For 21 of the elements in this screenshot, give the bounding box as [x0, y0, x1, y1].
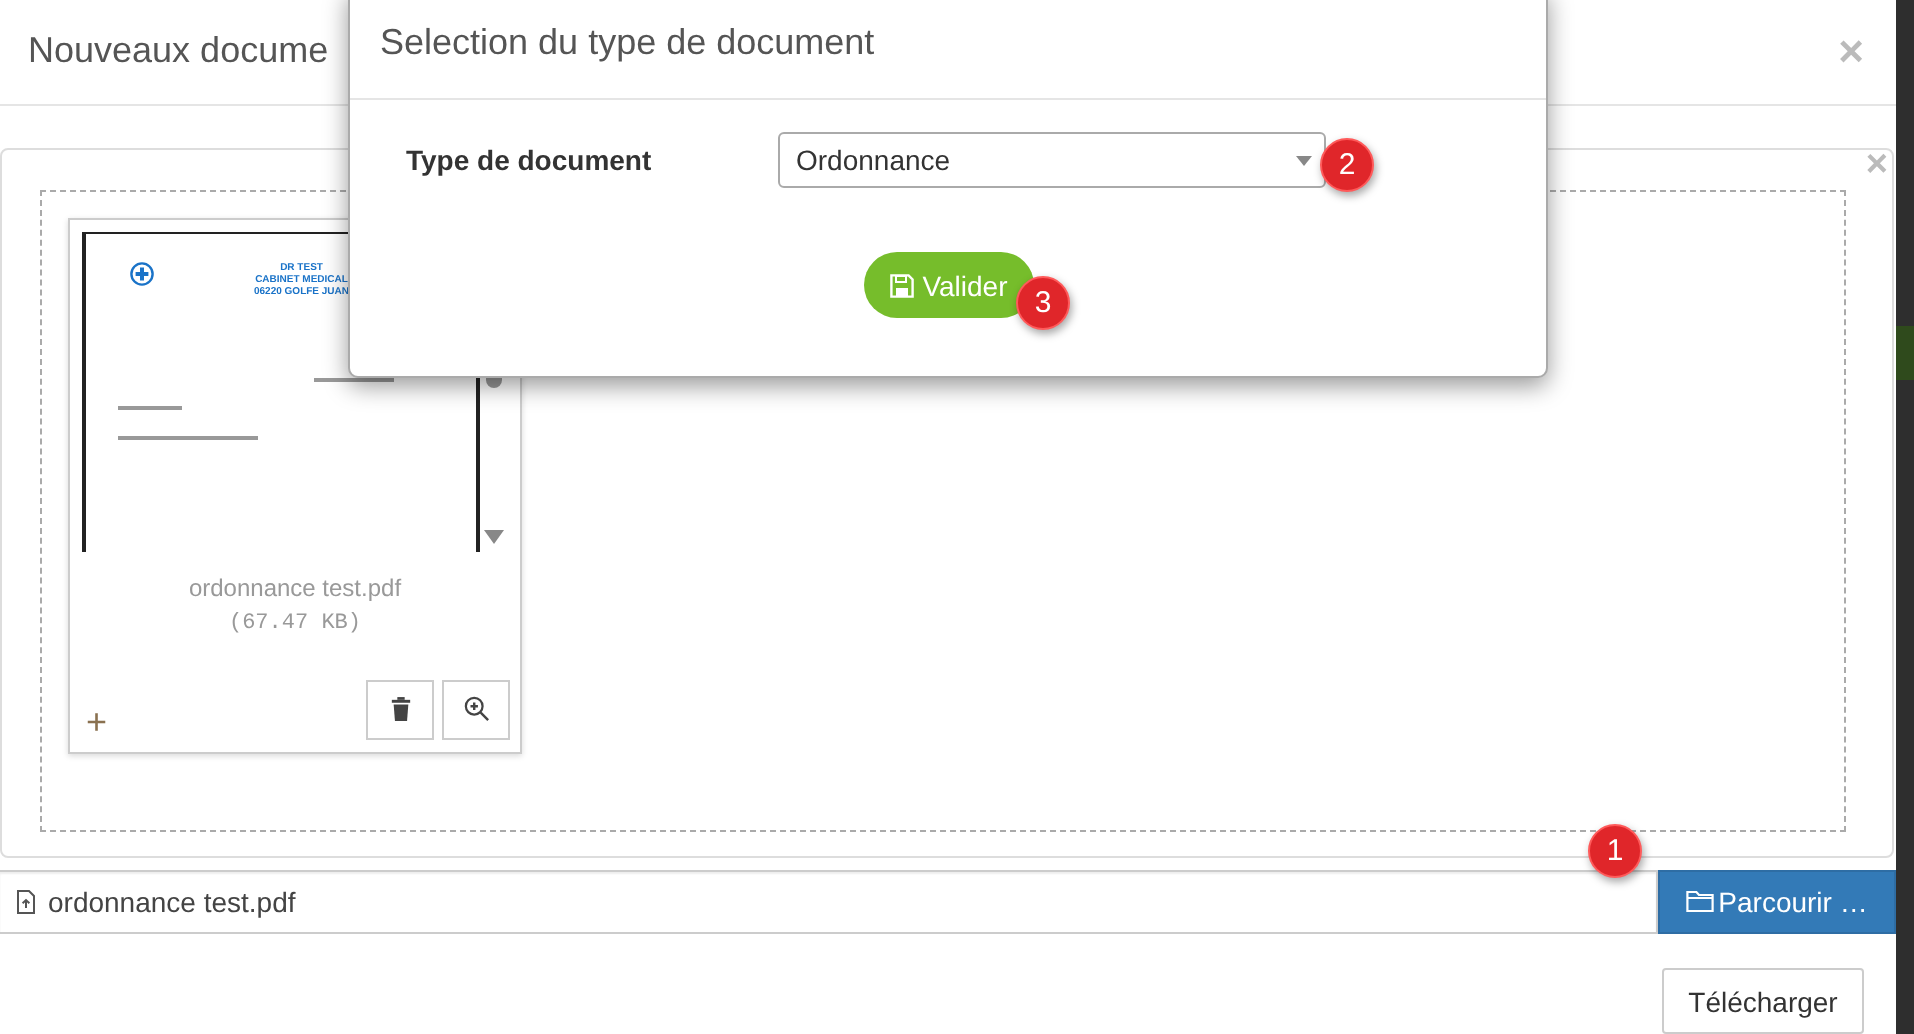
browse-button[interactable]: Parcourir … [1658, 869, 1896, 934]
caret-icon [1296, 155, 1312, 165]
step-marker: 1 [1588, 824, 1642, 878]
file-field[interactable]: ordonnance test.pdf [0, 869, 1658, 934]
save-icon [890, 273, 915, 297]
zoom-in-icon [463, 696, 489, 723]
file-icon [16, 889, 36, 914]
delete-button[interactable] [366, 679, 434, 740]
file-size: (67.47 KB) [228, 611, 361, 636]
field-label: Type de document [406, 144, 654, 176]
trash-icon [389, 696, 411, 723]
document-type-select[interactable]: Ordonnance [778, 132, 1326, 188]
submit-button[interactable]: Valider [864, 252, 1034, 318]
window-title: Nouveaux docume [28, 30, 329, 73]
upload-button[interactable]: Télécharger [1662, 968, 1864, 1034]
file-name: ordonnance test.pdf [188, 573, 402, 602]
add-icon[interactable]: + [86, 703, 108, 740]
folder-icon [1686, 890, 1715, 913]
zoom-button[interactable] [442, 679, 510, 740]
dialog-title: Selection du type de document [350, 0, 1546, 100]
medical-cross-icon [130, 261, 154, 286]
